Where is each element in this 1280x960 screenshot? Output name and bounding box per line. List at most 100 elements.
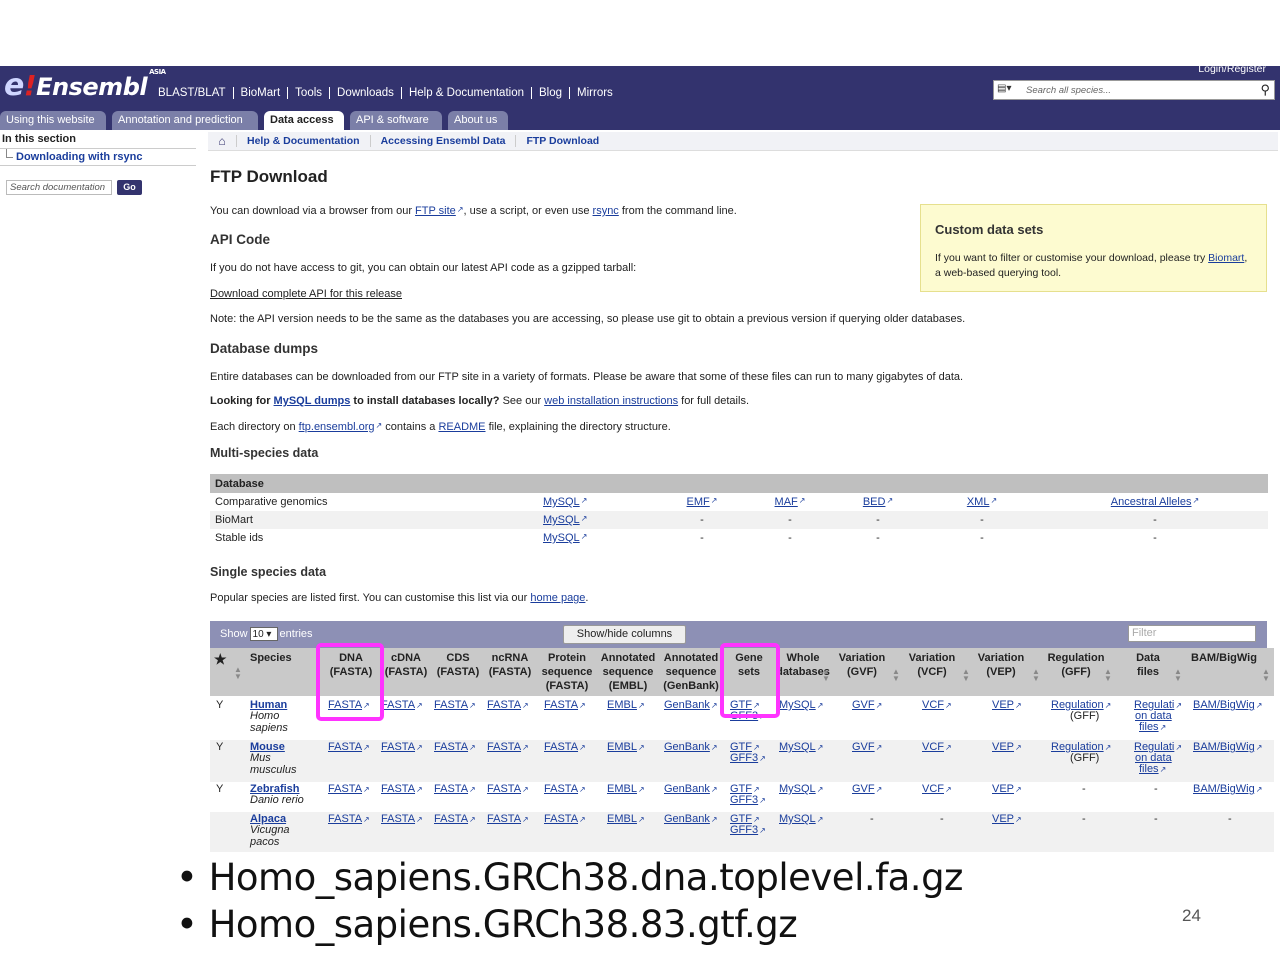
gff3-link[interactable]: GFF3 (730, 824, 766, 837)
readme-link[interactable]: README (438, 421, 485, 433)
col-cds[interactable]: CDS (FASTA) (434, 651, 482, 679)
download-api-link[interactable]: Download complete API for this release (210, 288, 402, 300)
embl-link[interactable]: EMBL (607, 783, 645, 796)
mysql-link[interactable]: MySQL (779, 813, 823, 826)
gvf-link[interactable]: GVF (852, 699, 882, 712)
login-register-link[interactable]: Login/Register (1198, 63, 1266, 75)
doc-search-input[interactable]: Search documentation (6, 180, 112, 195)
nav-help[interactable]: Help & Documentation (402, 87, 532, 99)
mysql-link[interactable]: MySQL (538, 493, 658, 511)
bam-bigwig-link[interactable]: BAM/BigWig (1193, 741, 1262, 754)
genbank-link[interactable]: GenBank (664, 813, 718, 826)
ncrna-fasta-link[interactable]: FASTA (487, 783, 529, 796)
vcf-link[interactable]: VCF (922, 699, 952, 712)
sort-icon[interactable]: ▲ ▼ (892, 668, 900, 683)
ftp-site-link[interactable]: FTP site (415, 205, 463, 217)
show-hide-columns-button[interactable]: Show/hide columns (563, 625, 686, 644)
dna-fasta-link[interactable]: FASTA (328, 783, 370, 796)
col-ncrna[interactable]: ncRNA (FASTA) (486, 651, 534, 679)
species-search-input[interactable]: Search all species... (1026, 85, 1111, 96)
vep-link[interactable]: VEP (992, 699, 1022, 712)
ensembl-logo[interactable]: e!EnsemblASIA (4, 68, 166, 103)
breadcrumb-help[interactable]: Help & Documentation (236, 135, 370, 147)
gvf-link[interactable]: GVF (852, 783, 882, 796)
vcf-link[interactable]: VCF (922, 741, 952, 754)
home-page-link[interactable]: home page (530, 592, 585, 604)
mysql-link[interactable]: MySQL (779, 699, 823, 712)
col-embl[interactable]: Annotated sequence (EMBL) (598, 651, 658, 693)
nav-blog[interactable]: Blog (532, 87, 571, 99)
tab-data-access[interactable]: Data access (264, 111, 344, 130)
cds-fasta-link[interactable]: FASTA (434, 813, 476, 826)
sort-icon[interactable]: ▲ ▼ (1262, 668, 1270, 683)
cds-fasta-link[interactable]: FASTA (434, 741, 476, 754)
bam-bigwig-link[interactable]: BAM/BigWig (1193, 783, 1262, 796)
sort-icon[interactable]: ▲ ▼ (1174, 668, 1182, 683)
sort-icon[interactable]: ▲ ▼ (1104, 668, 1112, 683)
home-icon[interactable]: ⌂ (208, 134, 236, 148)
dna-fasta-link[interactable]: FASTA (328, 741, 370, 754)
col-protein[interactable]: Protein sequence (FASTA) (540, 651, 594, 693)
embl-link[interactable]: EMBL (607, 699, 645, 712)
nav-blast[interactable]: BLAST/BLAT (158, 87, 234, 99)
mysql-link[interactable]: MySQL (779, 741, 823, 754)
tab-api-software[interactable]: API & software (350, 111, 442, 130)
search-icon[interactable]: ⚲ (1260, 82, 1270, 98)
vcf-link[interactable]: VCF (922, 783, 952, 796)
ncrna-fasta-link[interactable]: FASTA (487, 813, 529, 826)
bed-link[interactable]: BED (834, 493, 922, 511)
data-files-link[interactable]: files (1139, 721, 1166, 734)
ftp-ensembl-link[interactable]: ftp.ensembl.org (299, 421, 383, 433)
filter-input[interactable]: Filter (1128, 625, 1256, 642)
cdna-fasta-link[interactable]: FASTA (381, 741, 423, 754)
col-regulation[interactable]: Regulation (GFF) (1044, 651, 1108, 679)
col-variation-gvf[interactable]: Variation (GVF) (834, 651, 890, 679)
biomart-link[interactable]: Biomart (1208, 252, 1244, 264)
ncrna-fasta-link[interactable]: FASTA (487, 699, 529, 712)
bam-bigwig-link[interactable]: BAM/BigWig (1193, 699, 1262, 712)
nav-mirrors[interactable]: Mirrors (570, 87, 620, 99)
genbank-link[interactable]: GenBank (664, 783, 718, 796)
col-genbank[interactable]: Annotated sequence (GenBank) (662, 651, 720, 693)
mysql-link[interactable]: MySQL (538, 511, 658, 529)
mysql-link[interactable]: MySQL (779, 783, 823, 796)
nav-biomart[interactable]: BioMart (234, 87, 289, 99)
dna-fasta-link[interactable]: FASTA (328, 813, 370, 826)
cds-fasta-link[interactable]: FASTA (434, 783, 476, 796)
gff3-link[interactable]: GFF3 (730, 752, 766, 765)
genbank-link[interactable]: GenBank (664, 741, 718, 754)
col-bam-bigwig[interactable]: BAM/BigWig (1188, 651, 1260, 665)
sort-icon[interactable]: ▲ ▼ (962, 668, 970, 683)
sidebar-item-rsync[interactable]: Downloading with rsync (0, 149, 196, 166)
cdna-fasta-link[interactable]: FASTA (381, 783, 423, 796)
tab-using-website[interactable]: Using this website (0, 111, 106, 130)
vep-link[interactable]: VEP (992, 783, 1022, 796)
mysql-link[interactable]: MySQL (538, 529, 658, 547)
gvf-link[interactable]: GVF (852, 741, 882, 754)
ncrna-fasta-link[interactable]: FASTA (487, 741, 529, 754)
breadcrumb-accessing[interactable]: Accessing Ensembl Data (369, 135, 516, 147)
doc-search-go-button[interactable]: Go (117, 180, 142, 195)
sort-icon[interactable]: ▲ ▼ (1032, 668, 1040, 683)
entries-select[interactable]: 10 ▾ (249, 627, 278, 641)
col-variation-vcf[interactable]: Variation (VCF) (904, 651, 960, 679)
breadcrumb-ftp[interactable]: FTP Download (515, 135, 609, 147)
gff3-link[interactable]: GFF3 (730, 794, 766, 807)
ancestral-alleles-link[interactable]: Ancestral Alleles (1042, 493, 1268, 511)
cdna-fasta-link[interactable]: FASTA (381, 699, 423, 712)
protein-fasta-link[interactable]: FASTA (544, 699, 586, 712)
tab-annotation[interactable]: Annotation and prediction (112, 111, 258, 130)
genbank-link[interactable]: GenBank (664, 699, 718, 712)
cds-fasta-link[interactable]: FASTA (434, 699, 476, 712)
embl-link[interactable]: EMBL (607, 813, 645, 826)
col-species[interactable]: Species (250, 651, 292, 665)
data-files-link[interactable]: files (1139, 763, 1166, 776)
col-variation-vep[interactable]: Variation (VEP) (973, 651, 1029, 679)
nav-downloads[interactable]: Downloads (330, 87, 402, 99)
tab-about-us[interactable]: About us (448, 111, 508, 130)
species-select-icon[interactable]: ▤▾ (997, 83, 1023, 94)
web-install-link[interactable]: web installation instructions (544, 395, 678, 407)
vep-link[interactable]: VEP (992, 741, 1022, 754)
mysql-dumps-link[interactable]: MySQL dumps (274, 395, 351, 407)
xml-link[interactable]: XML (922, 493, 1042, 511)
